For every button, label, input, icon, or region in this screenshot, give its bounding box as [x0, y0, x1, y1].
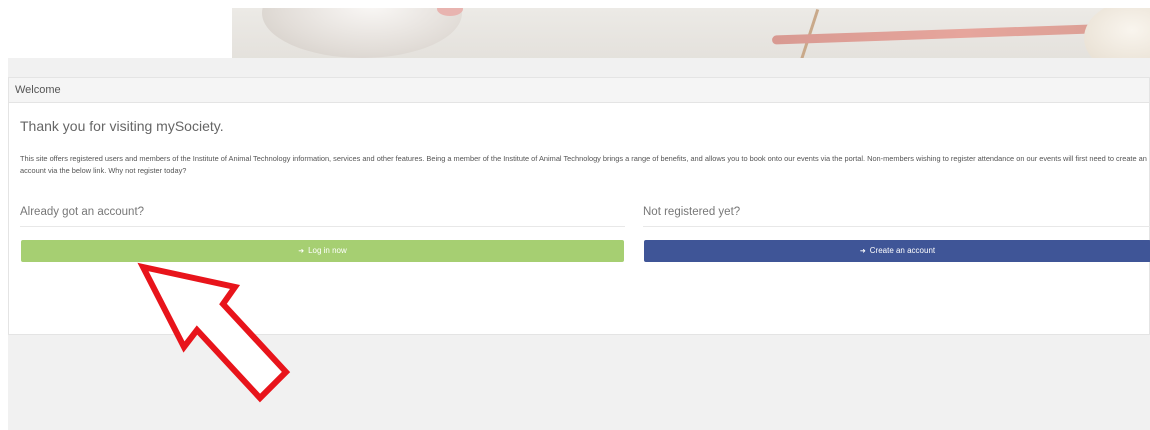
panel-heading: Welcome	[9, 78, 1149, 103]
login-divider	[20, 226, 625, 227]
mouse-photo-right	[1084, 8, 1150, 60]
intro-text: This site offers registered users and me…	[20, 154, 1147, 175]
page-title: Thank you for visiting mySociety.	[20, 118, 224, 134]
login-heading: Already got an account?	[20, 206, 145, 218]
sign-in-icon: ➜	[859, 248, 866, 255]
create-account-button-label: Create an account	[869, 246, 936, 255]
register-divider	[643, 226, 1150, 227]
register-heading: Not registered yet?	[643, 206, 741, 218]
welcome-panel: Welcome Thank you for visiting mySociety…	[8, 77, 1150, 335]
sign-in-icon: ➜	[298, 248, 305, 255]
screenshot: Welcome Thank you for visiting mySociety…	[0, 0, 1150, 430]
login-button[interactable]: ➜ Log in now	[21, 240, 624, 262]
mouse-photo-left	[262, 8, 462, 58]
login-button-label: Log in now	[308, 246, 347, 255]
page-body: Welcome Thank you for visiting mySociety…	[8, 58, 1150, 430]
create-account-button[interactable]: ➜ Create an account	[644, 240, 1150, 262]
mouse-tail	[771, 24, 1093, 45]
header-banner-image	[232, 8, 1150, 60]
